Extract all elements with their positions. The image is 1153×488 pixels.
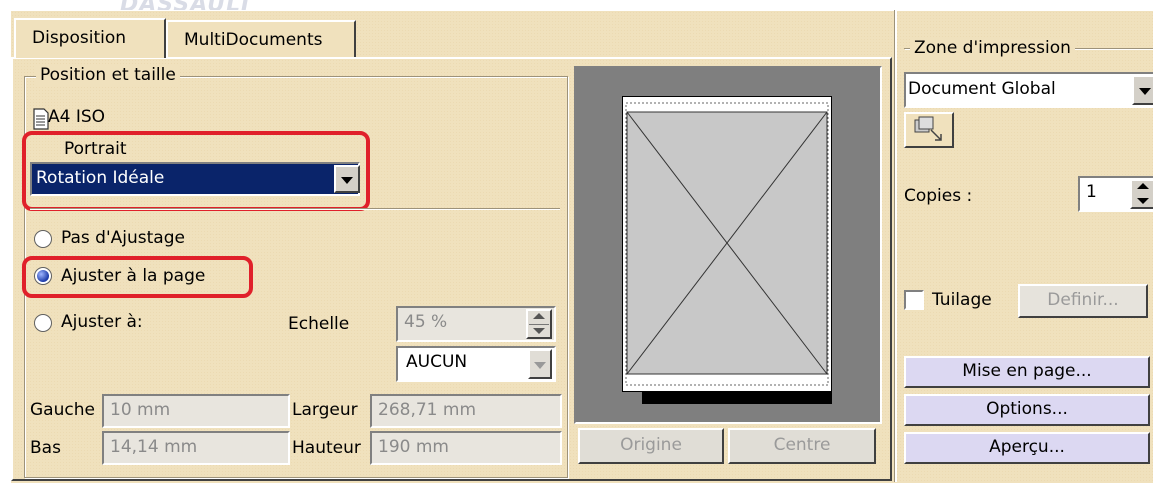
print-zone-select[interactable]: Document Global bbox=[904, 72, 1153, 108]
height-label: Hauteur bbox=[292, 438, 361, 458]
center-button-label: Centre bbox=[773, 435, 831, 455]
width-label: Largeur bbox=[292, 400, 358, 420]
page-sheet bbox=[622, 96, 832, 392]
center-button[interactable]: Centre bbox=[728, 428, 876, 464]
tab-multidocuments-label: MultiDocuments bbox=[184, 30, 323, 50]
scale-input[interactable]: 45 % bbox=[396, 306, 556, 342]
radio-fit-to[interactable] bbox=[34, 314, 52, 332]
scale-input-value: 45 % bbox=[404, 312, 448, 332]
spin-divider bbox=[529, 324, 549, 325]
print-dialog: DASSAULT Disposition MultiDocuments Posi… bbox=[0, 0, 1153, 488]
spin-up-icon bbox=[533, 313, 545, 319]
print-zone-title: Zone d'impression bbox=[910, 38, 1075, 58]
chevron-down-icon bbox=[534, 362, 546, 369]
define-button-label: Definir... bbox=[1047, 290, 1119, 310]
divider bbox=[30, 208, 560, 210]
radio-no-fit-label: Pas d'Ajustage bbox=[61, 228, 185, 248]
print-zone-dropdown[interactable] bbox=[1132, 75, 1153, 105]
tab-disposition-label: Disposition bbox=[32, 28, 127, 48]
tiling-checkbox[interactable] bbox=[904, 290, 924, 310]
origin-button-label: Origine bbox=[620, 435, 682, 455]
radio-no-fit[interactable] bbox=[34, 230, 52, 248]
position-size-title: Position et taille bbox=[36, 65, 180, 85]
radio-fit-to-label: Ajuster à: bbox=[61, 312, 143, 332]
width-input[interactable]: 268,71 mm bbox=[370, 394, 562, 428]
select-area-button[interactable] bbox=[904, 112, 954, 148]
preview-button[interactable]: Aperçu... bbox=[904, 432, 1150, 464]
scale-unit-value: AUCUN bbox=[406, 352, 468, 372]
origin-button[interactable]: Origine bbox=[578, 428, 724, 464]
spin-down-icon bbox=[533, 328, 545, 334]
define-button[interactable]: Definir... bbox=[1018, 284, 1148, 318]
left-input-value: 10 mm bbox=[110, 400, 171, 420]
bottom-input-value: 14,14 mm bbox=[110, 437, 198, 457]
copies-value: 1 bbox=[1086, 182, 1097, 202]
scale-unit-dropdown[interactable] bbox=[528, 349, 552, 379]
height-input-value: 190 mm bbox=[378, 437, 449, 457]
select-area-icon bbox=[914, 116, 942, 141]
scale-label: Echelle bbox=[288, 314, 350, 334]
chevron-down-icon bbox=[1139, 88, 1151, 95]
scale-unit-select[interactable]: AUCUN bbox=[396, 346, 556, 382]
highlight-rotation bbox=[22, 131, 370, 211]
page-preview bbox=[574, 66, 882, 424]
paper-format-label: A4 ISO bbox=[48, 107, 106, 127]
copies-spinner[interactable] bbox=[1130, 179, 1153, 209]
options-button-label: Options... bbox=[986, 399, 1068, 419]
left-input[interactable]: 10 mm bbox=[102, 394, 290, 428]
left-label: Gauche bbox=[30, 400, 95, 420]
tab-multidocuments[interactable]: MultiDocuments bbox=[166, 20, 356, 57]
copies-label: Copies : bbox=[904, 186, 973, 206]
print-zone-value: Document Global bbox=[908, 79, 1056, 99]
spin-down-icon bbox=[1137, 198, 1149, 204]
spin-up-icon bbox=[1137, 183, 1149, 189]
preview-button-label: Aperçu... bbox=[989, 437, 1065, 457]
tab-disposition[interactable]: Disposition bbox=[14, 18, 166, 58]
copies-input[interactable]: 1 bbox=[1078, 176, 1153, 212]
width-input-value: 268,71 mm bbox=[378, 400, 477, 420]
bottom-label: Bas bbox=[30, 438, 61, 458]
page-setup-button[interactable]: Mise en page... bbox=[904, 356, 1150, 388]
options-button[interactable]: Options... bbox=[904, 394, 1150, 426]
highlight-fit-page bbox=[22, 256, 253, 298]
scale-spinner[interactable] bbox=[526, 309, 552, 339]
printable-area-icon bbox=[625, 102, 829, 386]
height-input[interactable]: 190 mm bbox=[370, 431, 562, 465]
tiling-label: Tuilage bbox=[932, 290, 992, 310]
panel-divider bbox=[894, 10, 897, 482]
page-setup-button-label: Mise en page... bbox=[962, 361, 1092, 381]
bottom-input[interactable]: 14,14 mm bbox=[102, 431, 290, 465]
